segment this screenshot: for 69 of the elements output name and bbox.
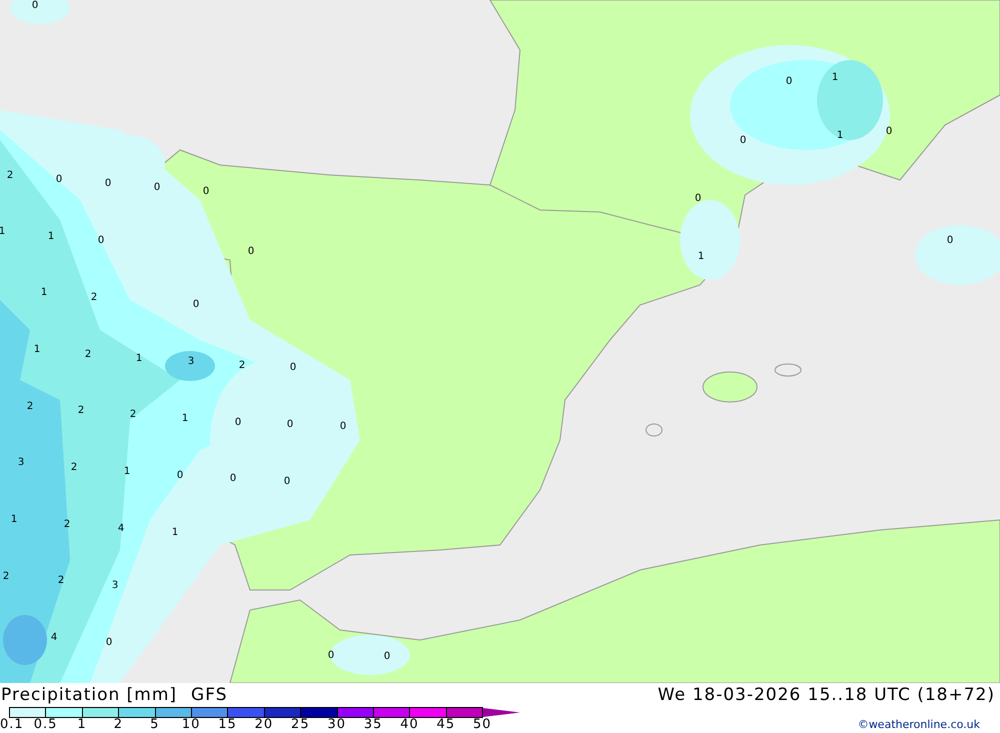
contour-label: 2	[2, 572, 10, 582]
scale-tick-label: 2	[112, 718, 124, 732]
contour-label: 1	[10, 515, 18, 525]
contour-label: 0	[946, 236, 954, 246]
contour-label: 0	[192, 300, 200, 310]
contour-label: 0	[104, 179, 112, 189]
contour-label: 0	[786, 77, 792, 87]
contour-label: 0	[328, 651, 334, 661]
contour-label: 0	[740, 136, 746, 146]
scale-tick-label: 35	[362, 718, 384, 732]
scale-tick-label: 40	[399, 718, 420, 732]
contour-label: 0	[694, 194, 702, 204]
contour-label: 1	[34, 345, 40, 355]
contour-label: 0	[98, 236, 104, 246]
contour-label: 0	[56, 175, 62, 185]
scale-tick-label: 0.5	[32, 718, 58, 732]
contour-label: 3	[18, 458, 24, 468]
scale-tick-label: 50	[472, 718, 493, 732]
contour-label: 1	[698, 252, 704, 262]
contour-label: 2	[70, 463, 78, 473]
contour-label: 4	[118, 524, 124, 534]
contour-label: 0	[286, 420, 294, 430]
contour-label: 0	[202, 187, 210, 197]
contour-label: 1	[0, 227, 6, 237]
scale-tick-label: 1	[76, 718, 88, 732]
valid-time: We 18-03-2026 15..18 UTC (18+72)	[658, 685, 995, 705]
contour-label: 1	[172, 528, 178, 538]
contour-label: 2	[64, 520, 70, 530]
scale-tick-label: 5	[149, 718, 160, 732]
contour-label: 1	[182, 414, 188, 424]
contour-label: 3	[112, 581, 118, 591]
scale-tick-label: 45	[436, 718, 456, 732]
legend-title: Precipitation [mm]	[1, 685, 178, 705]
contour-label: 2	[84, 350, 92, 360]
contour-label: 0	[106, 638, 112, 648]
contour-label: 1	[832, 73, 838, 83]
contour-label: 0	[886, 127, 892, 137]
contour-label: 2	[6, 171, 14, 181]
scale-tick-label: 0.1	[0, 718, 25, 732]
contour-label: 2	[78, 406, 84, 416]
contour-label: 1	[48, 232, 54, 242]
scale-tick-label: 25	[290, 718, 311, 732]
scale-tick-label: 15	[217, 718, 238, 732]
contour-label: 4	[50, 633, 58, 643]
contour-label: 0	[340, 422, 346, 432]
contour-label: 2	[58, 576, 64, 586]
contour-label: 0	[230, 474, 236, 484]
contour-label: 3	[188, 357, 194, 367]
scale-tick-label: 30	[326, 718, 347, 732]
contour-label: 0	[176, 471, 184, 481]
scale-tick-label: 10	[180, 718, 202, 732]
contour-label: 0	[384, 652, 390, 662]
contour-label: 1	[40, 288, 48, 298]
contour-label: 1	[136, 354, 142, 364]
contour-label: 0	[290, 363, 296, 373]
contour-label: 2	[238, 361, 246, 371]
contour-label: 0	[154, 183, 160, 193]
contour-label: 1	[124, 467, 130, 477]
scale-tick-label: 20	[254, 718, 274, 732]
model-name: GFS	[191, 685, 228, 705]
contour-label: 2	[130, 410, 136, 420]
contour-label: 0	[32, 1, 38, 11]
contour-label: 0	[284, 477, 290, 487]
contour-label: 0	[248, 247, 254, 257]
contour-label: 2	[26, 402, 34, 412]
contour-label: 1	[836, 131, 844, 141]
contour-label: 0	[234, 418, 242, 428]
credit-text: ©weatheronline.co.uk	[858, 718, 981, 731]
contour-label: 2	[90, 293, 98, 303]
